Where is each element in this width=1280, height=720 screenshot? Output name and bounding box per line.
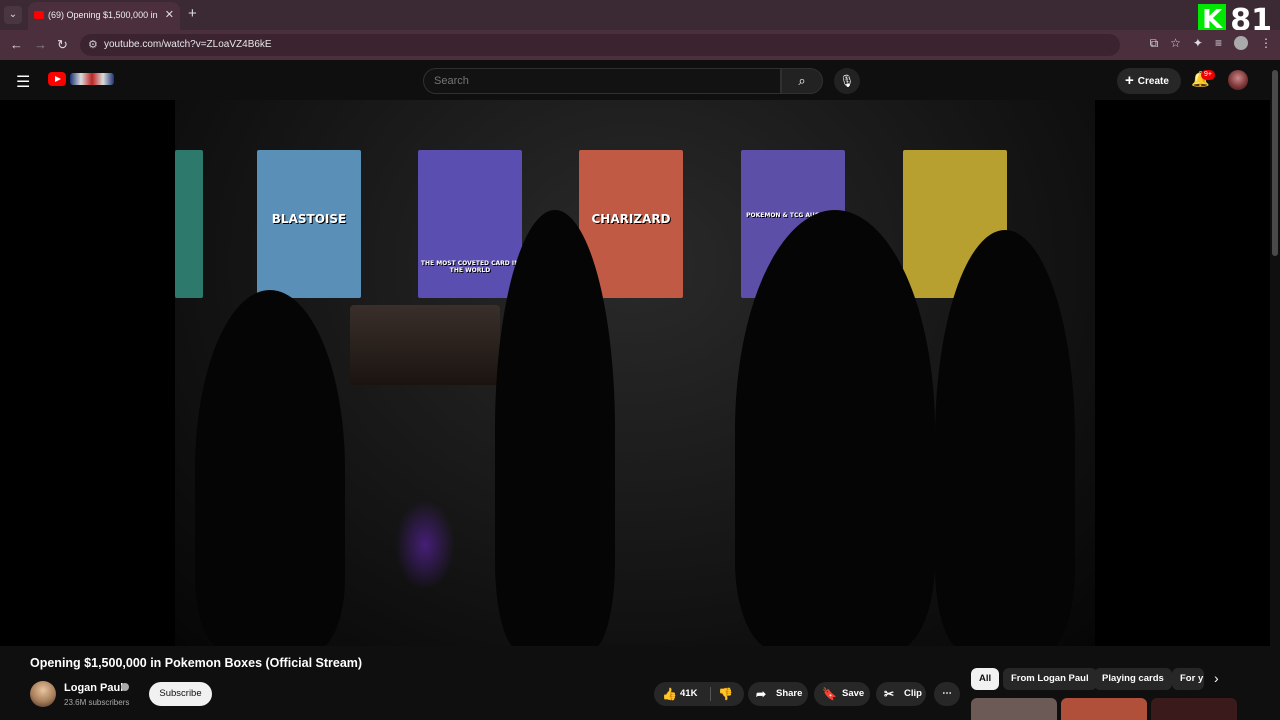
- save-button[interactable]: 🔖 Save: [814, 682, 870, 706]
- create-label: Create: [1137, 76, 1169, 87]
- related-thumbnail[interactable]: [971, 698, 1057, 720]
- search-bar: ⌕: [423, 68, 823, 94]
- chevron-right-icon[interactable]: ›: [1214, 670, 1219, 686]
- card-table: [350, 305, 500, 385]
- poster-green: [175, 150, 203, 298]
- youtube-favicon-icon: [34, 11, 44, 19]
- hamburger-menu-icon[interactable]: ☰: [16, 72, 30, 92]
- share-icon: ➦: [756, 687, 767, 701]
- like-divider: [710, 687, 711, 701]
- like-dislike-pill: 👍 41K 👎: [654, 682, 744, 706]
- poster-label: THE MOST COVETED CARD IN THE WORLD: [420, 260, 520, 274]
- poster-label: BLASTOISE: [271, 212, 347, 226]
- tab-list-chevron-icon[interactable]: ⌄: [4, 6, 22, 24]
- video-title: Opening $1,500,000 in Pokemon Boxes (Off…: [30, 656, 363, 670]
- reload-icon[interactable]: ↻: [57, 37, 68, 53]
- chip-from-logan-paul[interactable]: From Logan Paul: [1003, 668, 1097, 690]
- bookmark-star-icon[interactable]: ☆: [1170, 36, 1181, 51]
- like-count[interactable]: 41K: [680, 682, 697, 706]
- channel-avatar[interactable]: [30, 681, 56, 707]
- browser-tab[interactable]: (69) Opening $1,500,000 in Po ✕: [28, 2, 180, 30]
- address-bar[interactable]: ⚙ youtube.com/watch?v=ZLoaVZ4B6kE: [80, 34, 1120, 56]
- tab-title: (69) Opening $1,500,000 in Po: [48, 10, 160, 20]
- new-tab-plus-icon[interactable]: +: [188, 5, 197, 22]
- person-silhouette: [195, 290, 345, 646]
- extensions-icon[interactable]: ✦: [1193, 36, 1203, 51]
- browser-tab-bar: ⌄ (69) Opening $1,500,000 in Po ✕ + K 81: [0, 0, 1280, 38]
- related-thumbnail[interactable]: [1061, 698, 1147, 720]
- purple-light-glow: [395, 500, 455, 590]
- poster-blastoise: BLASTOISE: [257, 150, 361, 298]
- clip-button[interactable]: ✂ Clip: [876, 682, 926, 706]
- chip-for-you[interactable]: For y: [1172, 668, 1204, 690]
- thumbs-down-icon[interactable]: 👎: [718, 682, 733, 706]
- forward-arrow-icon[interactable]: →: [34, 37, 47, 52]
- search-icon[interactable]: ⌕: [781, 68, 823, 94]
- share-button[interactable]: ➦ Share: [748, 682, 808, 706]
- install-app-icon[interactable]: ⧉: [1150, 36, 1159, 51]
- youtube-doodle-logo[interactable]: [70, 73, 114, 85]
- save-label: Save: [842, 688, 865, 699]
- person-silhouette: [935, 230, 1075, 646]
- url-text[interactable]: youtube.com/watch?v=ZLoaVZ4B6kE: [104, 39, 272, 50]
- subscribe-button[interactable]: Subscribe: [149, 682, 212, 706]
- poster-coveted-card: THE MOST COVETED CARD IN THE WORLD: [418, 150, 522, 298]
- poster-label: CHARIZARD: [591, 212, 671, 226]
- account-avatar[interactable]: [1228, 70, 1248, 90]
- chip-all[interactable]: All: [971, 668, 1000, 690]
- media-icon[interactable]: ≡: [1215, 36, 1222, 51]
- search-input[interactable]: [423, 68, 781, 94]
- page-scrollbar[interactable]: [1272, 70, 1278, 256]
- chip-playing-cards[interactable]: Playing cards: [1094, 668, 1172, 690]
- bookmark-icon: 🔖: [822, 687, 837, 701]
- browser-menu-icon[interactable]: ⋮: [1260, 36, 1272, 51]
- share-label: Share: [776, 688, 803, 699]
- video-frame[interactable]: BLASTOISE THE MOST COVETED CARD IN THE W…: [175, 100, 1095, 646]
- tab-close-icon[interactable]: ✕: [165, 8, 174, 21]
- channel-name[interactable]: Logan Paul: [64, 682, 123, 694]
- profile-avatar-icon[interactable]: [1234, 36, 1248, 50]
- create-button[interactable]: + Create: [1117, 68, 1181, 94]
- plus-icon: +: [1125, 72, 1134, 89]
- browser-address-row: ← → ↻ ⚙ youtube.com/watch?v=ZLoaVZ4B6kE …: [0, 30, 1280, 60]
- clip-label: Clip: [904, 688, 922, 699]
- youtube-header: ☰ ⌕ 🎙 +Create 🔔 9+: [0, 60, 1280, 100]
- browser-toolbar-icons: ⧉ ☆ ✦ ≡ ⋮: [1150, 36, 1272, 51]
- related-thumbnail[interactable]: [1151, 698, 1237, 720]
- notification-count-badge: 9+: [1201, 70, 1215, 80]
- thumbs-up-icon[interactable]: 👍: [662, 682, 677, 706]
- subscriber-count: 23.6M subscribers: [64, 698, 130, 707]
- youtube-logo-icon[interactable]: [48, 72, 66, 86]
- verified-badge-icon: [121, 683, 129, 691]
- more-icon[interactable]: ⋯: [934, 682, 960, 706]
- person-silhouette: [735, 210, 935, 646]
- mic-icon[interactable]: 🎙: [834, 68, 860, 94]
- scissors-icon: ✂: [884, 687, 895, 701]
- back-arrow-icon[interactable]: ←: [10, 37, 23, 52]
- person-silhouette: [495, 210, 615, 646]
- video-player[interactable]: BLASTOISE THE MOST COVETED CARD IN THE W…: [0, 100, 1270, 646]
- site-info-icon[interactable]: ⚙: [88, 38, 98, 51]
